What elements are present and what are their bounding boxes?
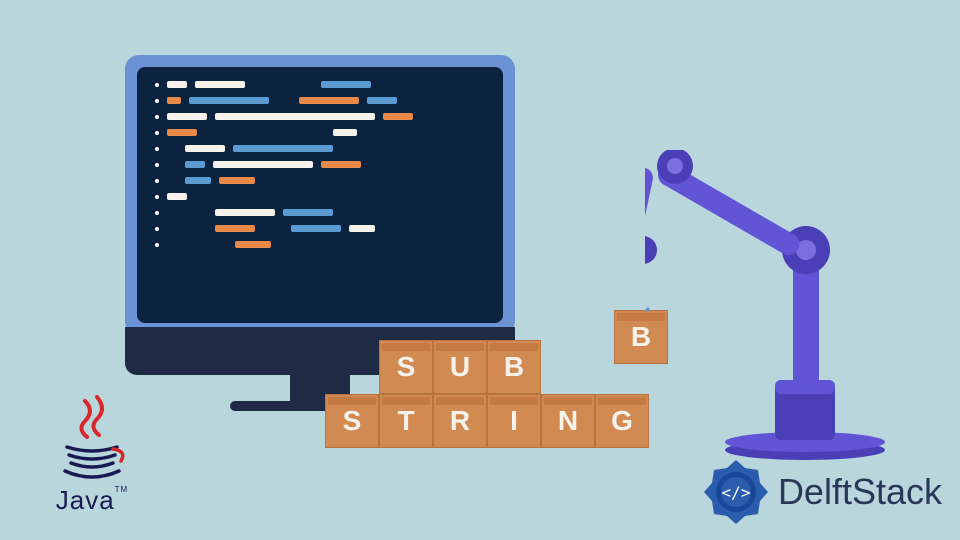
code-line xyxy=(155,193,485,200)
code-line xyxy=(155,241,485,248)
code-line xyxy=(155,129,485,136)
delftstack-badge-icon: </> xyxy=(700,456,772,528)
delftstack-logo: </> DelftStack xyxy=(700,456,942,528)
boxes-stack: S U B S T R I N G xyxy=(325,340,649,448)
box-t: T xyxy=(379,394,433,448)
box-s: S xyxy=(379,340,433,394)
java-label: Java xyxy=(56,485,115,515)
svg-text:</>: </> xyxy=(721,483,750,502)
robot-arm-illustration xyxy=(645,150,905,460)
java-text: JavaTM xyxy=(56,485,128,516)
code-line xyxy=(155,113,485,120)
code-line xyxy=(155,145,485,152)
delftstack-text: DelftStack xyxy=(778,471,942,513)
box-s2: S xyxy=(325,394,379,448)
box-u: U xyxy=(433,340,487,394)
code-line xyxy=(155,97,485,104)
box-g: G xyxy=(595,394,649,448)
robot-arm-icon xyxy=(645,150,905,460)
box-row-top: S U B xyxy=(379,340,649,394)
box-r: R xyxy=(433,394,487,448)
monitor-screen xyxy=(137,67,503,323)
box-row-bottom: S T R I N G xyxy=(325,394,649,448)
monitor-frame xyxy=(125,55,515,335)
code-line xyxy=(155,177,485,184)
box-b: B xyxy=(487,340,541,394)
code-line xyxy=(155,161,485,168)
code-line xyxy=(155,209,485,216)
java-tm: TM xyxy=(115,485,129,494)
box-n: N xyxy=(541,394,595,448)
code-line xyxy=(155,81,485,88)
java-cup-icon xyxy=(57,395,127,485)
code-line xyxy=(155,225,485,232)
java-logo: JavaTM xyxy=(32,395,152,525)
box-i: I xyxy=(487,394,541,448)
